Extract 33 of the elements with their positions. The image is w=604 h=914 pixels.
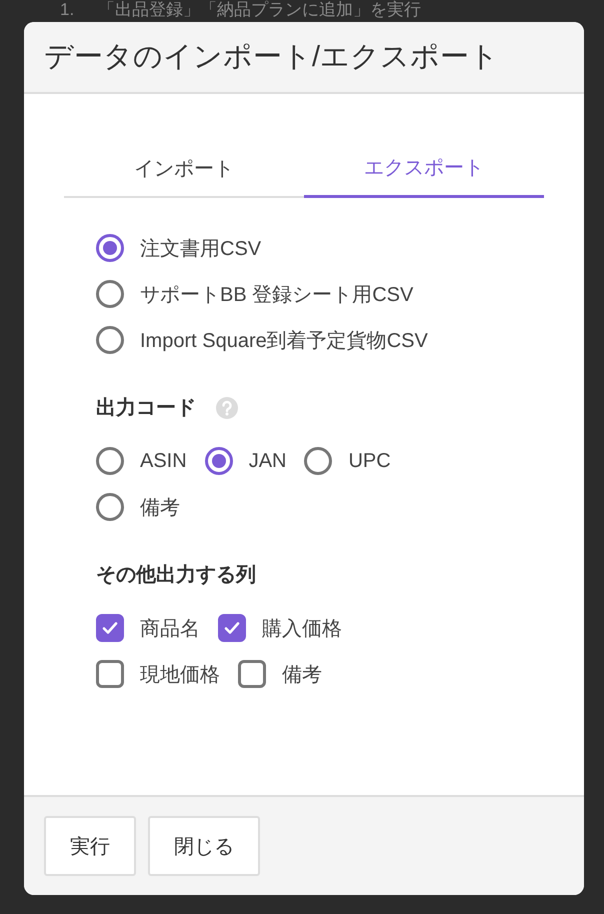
step-number: 1. — [60, 0, 74, 20]
option-label: 購入価格 — [262, 616, 342, 642]
option-label: 現地価格 — [140, 662, 220, 688]
radio-button[interactable] — [96, 280, 124, 308]
option-label: ASIN — [140, 450, 187, 472]
dialog-button[interactable]: 実行 — [44, 816, 136, 876]
dialog-button[interactable]: 閉じる — [148, 816, 260, 876]
radio-button[interactable] — [204, 447, 233, 475]
checkbox[interactable] — [218, 614, 246, 642]
section-heading: 出力コード — [96, 396, 196, 421]
radio-button[interactable] — [96, 447, 124, 475]
checkbox[interactable] — [238, 660, 266, 688]
radio-button[interactable] — [96, 326, 124, 354]
option-label: JAN — [248, 450, 286, 472]
option-label: サポートBB 登録シート用CSV — [140, 282, 414, 308]
checkbox[interactable] — [96, 660, 124, 688]
radio-button[interactable] — [304, 447, 332, 475]
option-label: UPC — [348, 450, 391, 472]
check-icon — [102, 621, 118, 635]
checkbox[interactable] — [96, 614, 124, 642]
option-label: 備考 — [140, 496, 180, 520]
step-text: 「出品登録」「納品プランに追加」を実行 — [98, 0, 422, 20]
tab[interactable]: エクスポート — [304, 140, 544, 198]
option-label: 注文書用CSV — [140, 236, 262, 262]
option-label: 商品名 — [140, 616, 200, 642]
radio-button[interactable] — [96, 493, 124, 521]
dialog-title: データのインポート/エクスポート — [44, 40, 500, 75]
option-label: 備考 — [282, 662, 322, 688]
check-icon — [224, 621, 240, 635]
radio-button[interactable] — [96, 234, 124, 262]
tab[interactable]: インポート — [64, 140, 304, 198]
section-heading: その他出力する列 — [96, 563, 256, 588]
option-label: Import Square到着予定貨物CSV — [140, 328, 428, 354]
